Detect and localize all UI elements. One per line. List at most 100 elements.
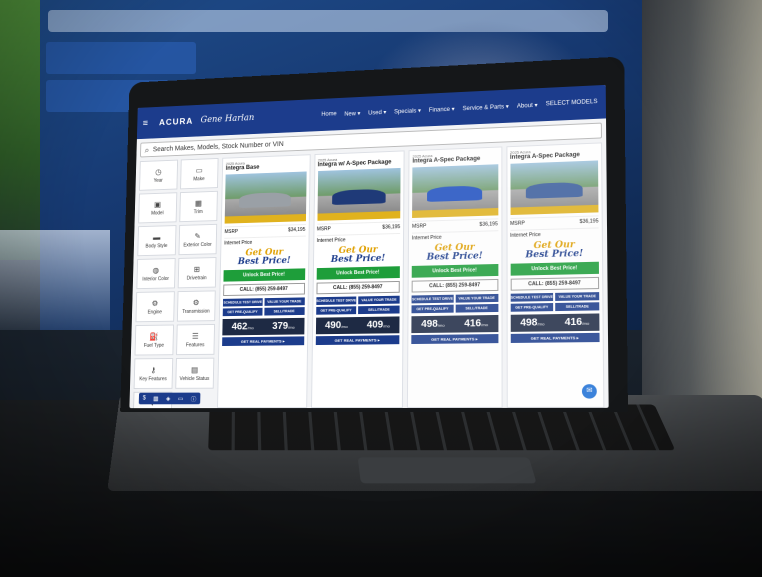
filter-make[interactable]: ▭ Make xyxy=(179,157,219,190)
action-buttons: SCHEDULE TEST DRIVE VALUE YOUR TRADE GET… xyxy=(315,295,400,315)
payment-amount: 498 xyxy=(421,318,438,330)
filter-label: Drivetrain xyxy=(186,274,207,282)
brand-logo[interactable]: ACURA xyxy=(159,116,193,127)
payment-amount: 490 xyxy=(324,320,342,332)
best-price-promo: Get Our Best Price! xyxy=(412,243,498,263)
payment-amount: 379 xyxy=(272,320,289,332)
test-drive-button[interactable]: SCHEDULE TEST DRIVE xyxy=(510,292,554,302)
trade-value-button[interactable]: VALUE YOUR TRADE xyxy=(358,295,400,305)
search-icon: ⌕ xyxy=(144,144,150,155)
nav-item[interactable]: Used ▾ xyxy=(368,109,386,117)
filter-fuel-type[interactable]: ⛽ Fuel Type xyxy=(134,324,174,356)
trade-value-button[interactable]: VALUE YOUR TRADE xyxy=(555,292,600,301)
unlock-best-price-button[interactable]: Unlock Best Price! xyxy=(223,268,305,282)
dollar-icon[interactable]: $ xyxy=(143,396,146,402)
promo-line-2: Best Price! xyxy=(426,251,483,263)
payment-unit: /mo xyxy=(247,325,254,331)
background-wall-panel xyxy=(642,0,762,420)
nav-item[interactable]: Specials ▾ xyxy=(394,107,421,115)
filter-year[interactable]: ◷ Year xyxy=(139,159,178,191)
filter-label: Transmission xyxy=(182,308,210,315)
filter-vehicle-status[interactable]: ▤ Vehicle Status xyxy=(174,357,215,389)
nav-item[interactable]: SELECT MODELS xyxy=(546,99,598,108)
filter-interior-color[interactable]: ◍ Interior Color xyxy=(136,258,176,290)
nav-item[interactable]: Finance ▾ xyxy=(429,105,455,113)
nav-item[interactable]: New ▾ xyxy=(344,110,360,117)
get-real-payments-button[interactable]: GET REAL PAYMENTS ▸ xyxy=(510,332,600,343)
msrp-row: MSRP $36,195 xyxy=(510,215,599,227)
hamburger-menu-icon[interactable]: ≡ xyxy=(143,118,152,128)
clock-icon: ◷ xyxy=(155,167,162,176)
payment-estimate: 498/mo 416/mo xyxy=(411,314,498,334)
filter-key-features[interactable]: ⚷ Key Features xyxy=(133,358,173,389)
msrp-value: $36,195 xyxy=(382,224,401,231)
unlock-best-price-button[interactable]: Unlock Best Price! xyxy=(510,261,599,276)
info-icon[interactable]: ⓘ xyxy=(191,394,197,403)
call-button[interactable]: CALL: (855) 259-8497 xyxy=(315,280,400,295)
chat-icon[interactable]: ✉ xyxy=(581,384,597,399)
pre-qualify-button[interactable]: GET PRE-QUALIFY xyxy=(411,304,454,314)
sell-trade-button[interactable]: SELL/TRADE xyxy=(358,305,400,315)
pre-qualify-button[interactable]: GET PRE-QUALIFY xyxy=(315,306,357,315)
filter-label: Fuel Type xyxy=(143,342,165,349)
call-button[interactable]: CALL: (855) 259-8497 xyxy=(223,282,305,297)
vehicle-card[interactable]: 2025 Acura Integra Base MSRP $34,195 Int… xyxy=(217,154,311,409)
filter-label: Year xyxy=(153,177,163,184)
pre-qualify-button[interactable]: GET PRE-QUALIFY xyxy=(510,303,554,312)
call-button[interactable]: CALL: (855) 259-8497 xyxy=(510,276,600,291)
trade-value-button[interactable]: VALUE YOUR TRADE xyxy=(264,297,305,306)
filter-drivetrain[interactable]: ⊞ Drivetrain xyxy=(177,257,217,289)
get-real-payments-button[interactable]: GET REAL PAYMENTS ▸ xyxy=(222,336,304,347)
vehicle-card[interactable]: 2025 Acura Integra w/ A-Spec Package MSR… xyxy=(310,150,405,409)
vehicle-photo[interactable] xyxy=(224,171,307,224)
grid-icon: ▦ xyxy=(194,198,202,208)
nav-item[interactable]: Home xyxy=(321,111,336,118)
sell-trade-button[interactable]: SELL/TRADE xyxy=(555,302,600,312)
vehicle-image xyxy=(239,191,292,209)
nav-item[interactable]: About ▾ xyxy=(517,101,538,109)
test-drive-button[interactable]: SCHEDULE TEST DRIVE xyxy=(315,296,357,305)
filter-transmission[interactable]: ⚙ Transmission xyxy=(176,290,216,322)
filter-features[interactable]: ☰ Features xyxy=(175,323,216,356)
vehicle-photo[interactable] xyxy=(509,160,599,216)
payment-unit: /mo xyxy=(437,322,445,328)
unlock-best-price-button[interactable]: Unlock Best Price! xyxy=(316,266,400,280)
vehicle-photo[interactable] xyxy=(316,167,401,221)
get-real-payments-button[interactable]: GET REAL PAYMENTS ▸ xyxy=(411,334,498,345)
palette-icon: ◍ xyxy=(152,265,160,275)
call-button[interactable]: CALL: (855) 259-8497 xyxy=(411,278,498,293)
filter-engine[interactable]: ⚙ Engine xyxy=(135,291,175,323)
test-drive-button[interactable]: SCHEDULE TEST DRIVE xyxy=(411,294,454,304)
msrp-value: $34,195 xyxy=(288,226,306,234)
internet-price-row: Internet Price xyxy=(411,230,498,242)
vehicle-card[interactable]: 2025 Acura Integra A-Spec Package MSRP $… xyxy=(505,142,605,408)
payment-unit: /mo xyxy=(383,323,390,329)
pre-qualify-button[interactable]: GET PRE-QUALIFY xyxy=(222,307,263,317)
background-glow xyxy=(0,230,110,330)
vehicle-image xyxy=(525,181,583,200)
vehicle-card[interactable]: 2025 Acura Integra A-Spec Package MSRP $… xyxy=(406,146,503,408)
get-real-payments-button[interactable]: GET REAL PAYMENTS ▸ xyxy=(315,335,400,346)
sell-trade-button[interactable]: SELL/TRADE xyxy=(264,307,305,316)
filter-exterior-color[interactable]: ✎ Exterior Color xyxy=(178,223,218,256)
payment-amount: 416 xyxy=(564,316,583,329)
msrp-row: MSRP $34,195 xyxy=(224,224,306,235)
payment-estimate: 462/mo 379/mo xyxy=(222,317,305,336)
unlock-best-price-button[interactable]: Unlock Best Price! xyxy=(411,263,498,278)
filter-model[interactable]: ▣ Model xyxy=(138,192,177,224)
car-icon[interactable]: ▭ xyxy=(178,395,183,402)
search-input[interactable]: Search Makes, Models, Stock Number or VI… xyxy=(153,141,284,153)
nav-item[interactable]: Service & Parts ▾ xyxy=(463,103,509,112)
calendar-icon[interactable]: ▦ xyxy=(153,395,158,402)
payment-amount: 416 xyxy=(464,318,482,330)
promo-line-2: Best Price! xyxy=(330,253,386,265)
action-buttons: SCHEDULE TEST DRIVE VALUE YOUR TRADE GET… xyxy=(222,297,305,317)
vehicle-photo[interactable] xyxy=(412,164,498,218)
test-drive-button[interactable]: SCHEDULE TEST DRIVE xyxy=(222,298,263,307)
vehicle-image xyxy=(331,188,386,206)
sell-trade-button[interactable]: SELL/TRADE xyxy=(455,303,498,313)
trade-value-button[interactable]: VALUE YOUR TRADE xyxy=(455,293,498,303)
tag-icon[interactable]: ◈ xyxy=(166,395,170,402)
filter-trim[interactable]: ▦ Trim xyxy=(178,190,218,223)
filter-body-style[interactable]: ▬ Body Style xyxy=(137,225,177,257)
